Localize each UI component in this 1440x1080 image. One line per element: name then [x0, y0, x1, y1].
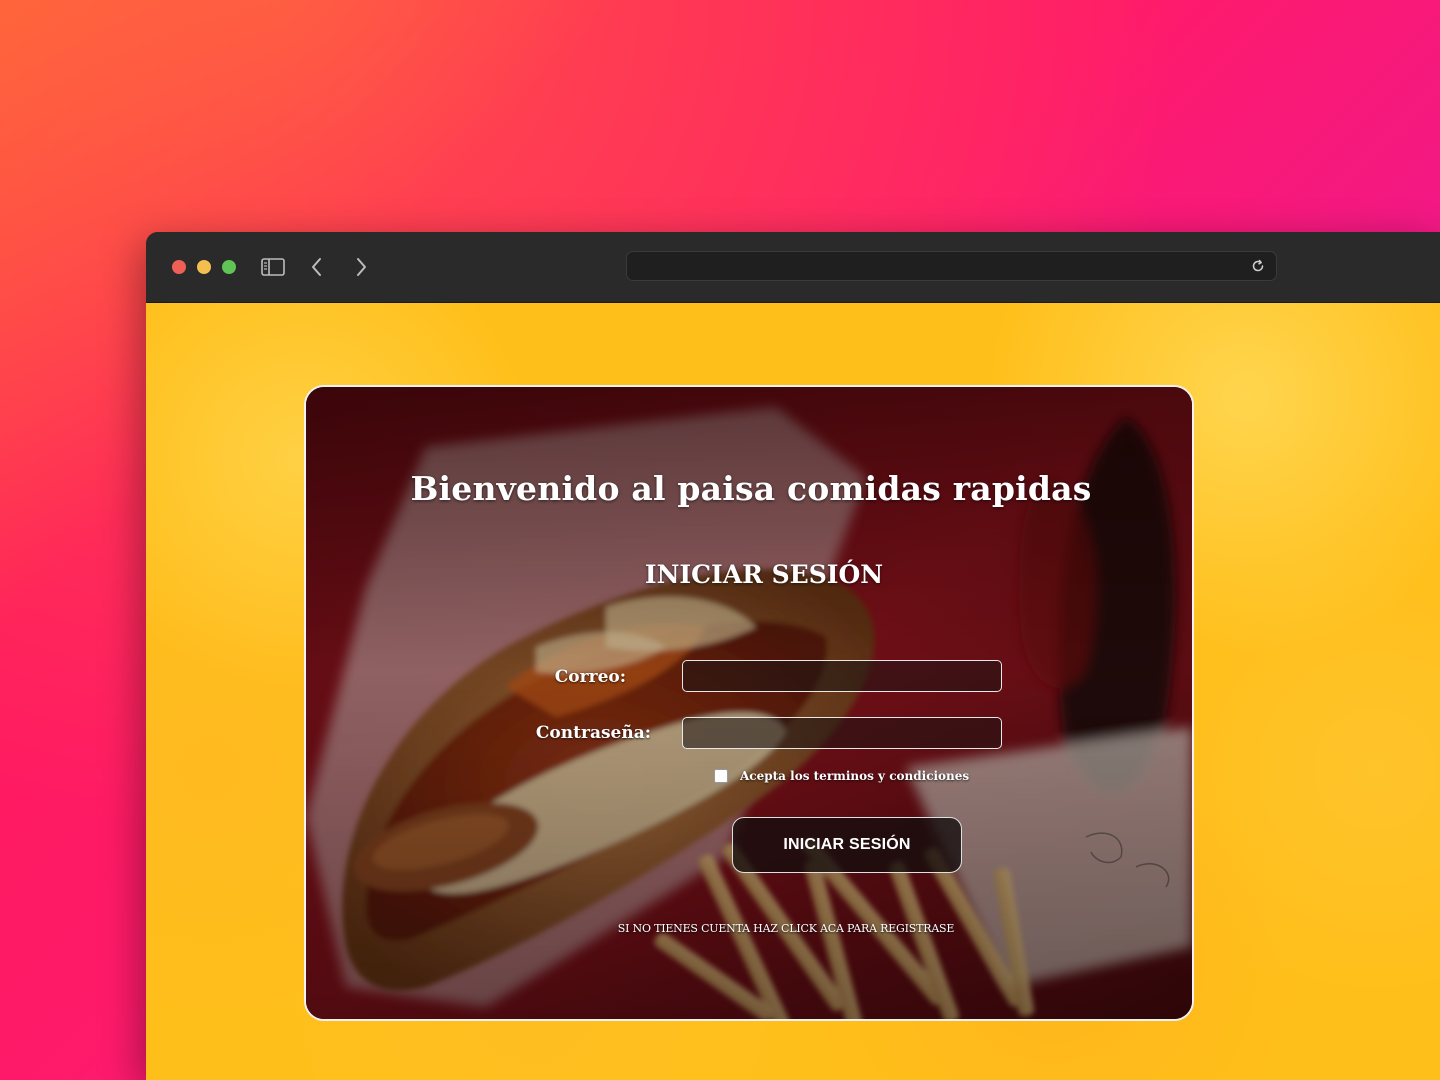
login-submit-button[interactable]: INICIAR SESIÓN [732, 817, 962, 873]
sidebar-toggle-icon[interactable] [260, 254, 286, 280]
email-field[interactable] [682, 660, 1002, 692]
login-card: Bienvenido al paisa comidas rapidas INIC… [304, 385, 1194, 1021]
minimize-window-button[interactable] [197, 260, 211, 274]
terms-row: Acepta los terminos y condiciones [714, 769, 969, 783]
email-label: Correo: [554, 667, 626, 687]
reload-icon[interactable] [1250, 258, 1266, 274]
browser-toolbar [146, 232, 1440, 303]
login-form-area: Bienvenido al paisa comidas rapidas INIC… [306, 387, 1192, 1019]
password-field[interactable] [682, 717, 1002, 749]
register-link[interactable]: SI NO TIENES CUENTA HAZ CLICK ACA PARA R… [306, 922, 1192, 935]
password-label: Contraseña: [535, 723, 651, 743]
login-heading: INICIAR SESIÓN [644, 560, 884, 589]
close-window-button[interactable] [172, 260, 186, 274]
terms-label[interactable]: Acepta los terminos y condiciones [740, 769, 969, 783]
address-bar[interactable] [626, 251, 1277, 281]
chevron-right-icon[interactable] [348, 254, 374, 280]
terms-checkbox[interactable] [714, 769, 728, 783]
chevron-left-icon[interactable] [304, 254, 330, 280]
welcome-title: Bienvenido al paisa comidas rapidas [410, 469, 1092, 508]
page-viewport: Bienvenido al paisa comidas rapidas INIC… [146, 303, 1440, 1080]
maximize-window-button[interactable] [222, 260, 236, 274]
browser-window: Bienvenido al paisa comidas rapidas INIC… [146, 232, 1440, 1080]
